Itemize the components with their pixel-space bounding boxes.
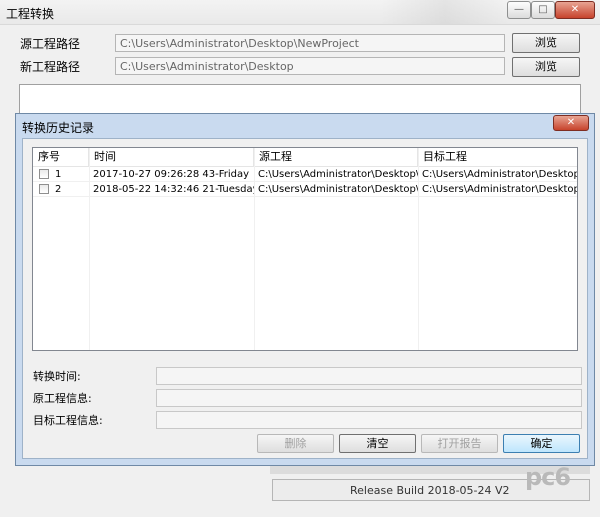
delete-button[interactable]: 删除 (257, 434, 334, 453)
maximize-icon: □ (538, 4, 548, 15)
build-info: Release Build 2018-05-24 V2 (350, 484, 510, 497)
convert-time-field (156, 367, 582, 385)
row-index: 2 (55, 184, 62, 195)
clear-button[interactable]: 清空 (339, 434, 416, 453)
row-time: 2018-05-22 14:32:46 21-Tuesday (93, 184, 254, 195)
column-header-source[interactable]: 源工程 (254, 148, 418, 166)
convert-time-label: 转换时间: (33, 370, 81, 383)
dialog-body: 序号 时间 源工程 目标工程 1 2017-10-27 09:26:28 43-… (22, 138, 588, 459)
row-source: C:\Users\Administrator\Desktop\N... (258, 169, 418, 180)
close-icon: ✕ (570, 4, 580, 15)
target-info-label: 目标工程信息: (33, 414, 103, 427)
watermark-logo: pc6 (525, 463, 571, 491)
row-source: C:\Users\Administrator\Desktop\N... (258, 184, 418, 195)
target-path-label: 新工程路径 (20, 60, 81, 74)
target-info-field (156, 411, 582, 429)
close-icon: ✕ (566, 117, 576, 128)
source-browse-button[interactable]: 浏览 (512, 33, 580, 53)
list-header: 序号 时间 源工程 目标工程 (33, 148, 577, 167)
source-info-field (156, 389, 582, 407)
window-title: 工程转换 (6, 7, 55, 21)
open-report-button[interactable]: 打开报告 (421, 434, 498, 453)
close-button[interactable]: ✕ (555, 1, 595, 19)
column-header-index[interactable]: 序号 (33, 148, 89, 166)
source-path-field[interactable]: C:\Users\Administrator\Desktop\NewProjec… (115, 34, 505, 52)
row-index: 1 (55, 169, 62, 180)
table-row[interactable]: 1 2017-10-27 09:26:28 43-Friday C:\Users… (33, 168, 577, 182)
history-dialog: 转换历史记录 ✕ 序号 时间 源工程 目标工程 1 2017-10-27 09:… (15, 113, 595, 466)
row-checkbox[interactable] (39, 184, 49, 194)
column-header-target[interactable]: 目标工程 (418, 148, 577, 166)
maximize-button[interactable]: □ (531, 1, 555, 19)
minimize-button[interactable]: — (507, 1, 531, 19)
title-decoration (380, 0, 510, 24)
table-row[interactable]: 2 2018-05-22 14:32:46 21-Tuesday C:\User… (33, 183, 577, 197)
dialog-close-button[interactable]: ✕ (553, 115, 589, 131)
row-time: 2017-10-27 09:26:28 43-Friday (93, 169, 250, 180)
target-path-field[interactable]: C:\Users\Administrator\Desktop (115, 57, 505, 75)
source-path-label: 源工程路径 (20, 37, 81, 51)
ok-button[interactable]: 确定 (503, 434, 580, 453)
row-checkbox[interactable] (39, 169, 49, 179)
row-target: C:\Users\Administrator\Desktop\N... (422, 184, 577, 195)
target-browse-button[interactable]: 浏览 (512, 57, 580, 77)
source-info-label: 原工程信息: (33, 392, 92, 405)
minimize-icon: — (514, 4, 524, 15)
dialog-title: 转换历史记录 (22, 121, 95, 135)
column-header-time[interactable]: 时间 (89, 148, 254, 166)
title-bar: 工程转换 — □ ✕ (0, 0, 600, 25)
row-target: C:\Users\Administrator\Desktop\N... (422, 169, 577, 180)
history-list[interactable]: 序号 时间 源工程 目标工程 1 2017-10-27 09:26:28 43-… (32, 147, 578, 351)
